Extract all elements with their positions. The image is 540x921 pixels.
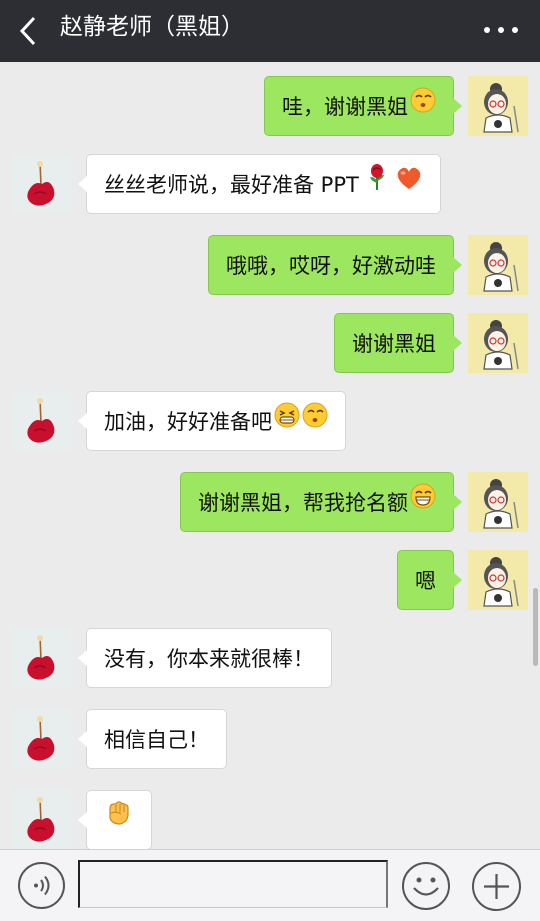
fist-emoji-icon — [104, 790, 134, 849]
voice-icon[interactable] — [17, 861, 66, 910]
chevron-left-icon[interactable] — [14, 12, 44, 50]
message-text: 嗯 — [415, 569, 436, 593]
more-dots-icon[interactable] — [484, 22, 518, 38]
grimace-emoji-icon — [274, 391, 300, 451]
my-avatar[interactable] — [468, 472, 528, 532]
message-bubble-me[interactable]: 嗯 — [397, 550, 462, 610]
my-avatar[interactable] — [468, 550, 528, 610]
message-text: 丝丝老师说，最好准备 PPT — [104, 173, 359, 197]
message-text: 谢谢黑姐，帮我抢名额 — [198, 491, 408, 515]
grin-emoji-icon — [410, 472, 436, 532]
message-input[interactable] — [78, 860, 388, 908]
contact-avatar[interactable] — [12, 709, 72, 769]
message-bubble-me[interactable]: 哦哦，哎呀，好激动哇 — [208, 235, 462, 295]
chat-title: 赵静老师（黑姐） — [60, 14, 244, 40]
contact-avatar[interactable] — [12, 154, 72, 214]
message-bubble-me[interactable]: 谢谢黑姐，帮我抢名额 — [180, 472, 462, 532]
contact-avatar[interactable] — [12, 790, 72, 849]
message-bubble-contact[interactable]: 没有，你本来就很棒！ — [78, 628, 332, 688]
message-bubble-contact[interactable] — [78, 790, 152, 849]
emoji-face-icon[interactable] — [401, 861, 451, 911]
message-text: 没有，你本来就很棒！ — [104, 647, 314, 671]
rose-emoji-icon — [365, 154, 389, 214]
message-bubble-me[interactable]: 哇，谢谢黑姐 — [264, 76, 462, 136]
message-text: 谢谢黑姐 — [352, 332, 436, 356]
message-text: 相信自己！ — [104, 728, 209, 752]
chat-scrollbar[interactable] — [533, 588, 538, 666]
plus-icon[interactable] — [471, 861, 522, 912]
kiss-emoji-icon — [302, 391, 328, 451]
message-text: 加油，好好准备吧 — [104, 410, 272, 434]
contact-avatar[interactable] — [12, 391, 72, 451]
message-bubble-contact[interactable]: 相信自己！ — [78, 709, 227, 769]
heart-emoji-icon — [395, 154, 423, 214]
header: 赵静老师（黑姐） — [0, 0, 540, 62]
my-avatar[interactable] — [468, 76, 528, 136]
message-bubble-contact[interactable]: 加油，好好准备吧 — [78, 391, 346, 451]
message-bubble-me[interactable]: 谢谢黑姐 — [334, 313, 462, 373]
message-text: 哦哦，哎呀，好激动哇 — [226, 254, 436, 278]
my-avatar[interactable] — [468, 313, 528, 373]
message-bubble-contact[interactable]: 丝丝老师说，最好准备 PPT — [78, 154, 441, 214]
message-text: 哇，谢谢黑姐 — [282, 95, 408, 119]
chat-area[interactable]: 哇，谢谢黑姐 丝丝老师说，最好准备 PPT 哦哦，哎呀，好激动哇 谢谢黑姐 加油… — [0, 62, 540, 849]
contact-avatar[interactable] — [12, 628, 72, 688]
my-avatar[interactable] — [468, 235, 528, 295]
kiss-emoji-icon — [410, 76, 436, 136]
input-bar — [0, 849, 540, 921]
